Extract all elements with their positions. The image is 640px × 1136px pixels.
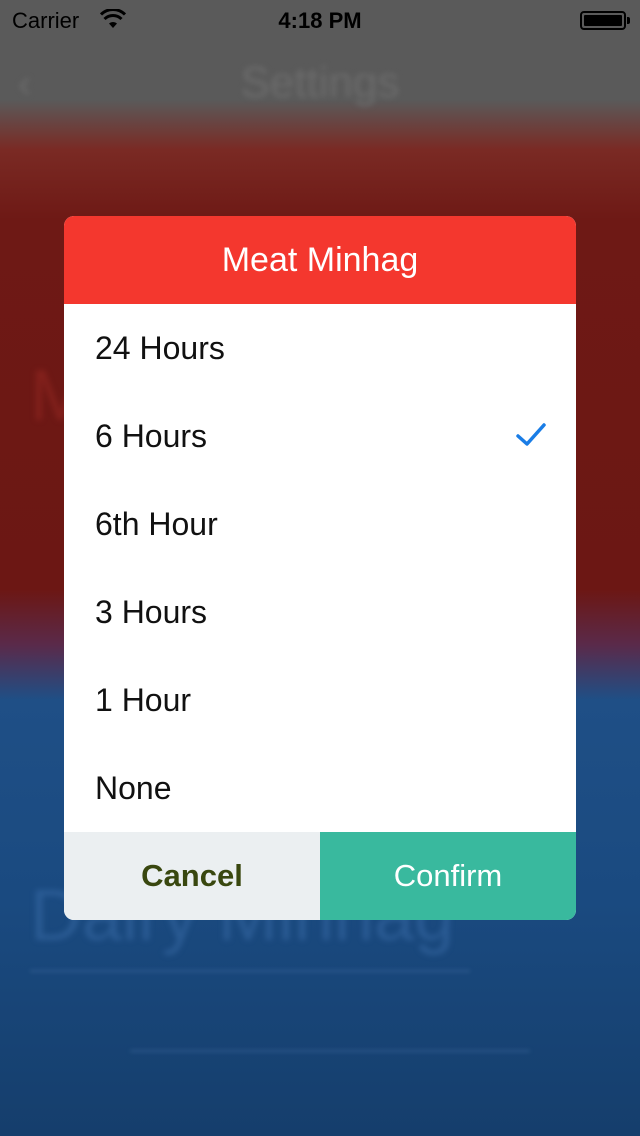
option-label: 3 Hours	[95, 593, 208, 630]
option-label: 1 Hour	[95, 681, 192, 718]
dialog-footer: Cancel Confirm	[64, 832, 576, 920]
cancel-button[interactable]: Cancel	[64, 832, 320, 920]
option-label: None	[95, 769, 172, 806]
option-label: 6th Hour	[95, 505, 218, 542]
option-6-hours[interactable]: 6 Hours	[64, 392, 576, 480]
minhag-dialog: Meat Minhag 24 Hours 6 Hours 6th Hour 3 …	[64, 216, 576, 920]
option-label: 24 Hours	[95, 329, 225, 366]
option-6th-hour[interactable]: 6th Hour	[64, 480, 576, 568]
dialog-title: Meat Minhag	[64, 216, 576, 304]
status-time: 4:18 PM	[278, 8, 362, 33]
option-none[interactable]: None	[64, 744, 576, 832]
confirm-button[interactable]: Confirm	[320, 832, 576, 920]
checkmark-icon	[516, 423, 546, 446]
option-24-hours[interactable]: 24 Hours	[64, 304, 576, 392]
background-nav-bar: ‹ Settings	[0, 40, 640, 128]
background-divider	[130, 1050, 530, 1052]
battery-icon	[580, 11, 630, 30]
background-title: Settings	[240, 58, 400, 107]
background-divider	[30, 970, 470, 972]
option-label: 6 Hours	[95, 417, 208, 454]
status-bar: Carrier 4:18 PM	[0, 0, 640, 40]
option-1-hour[interactable]: 1 Hour	[64, 656, 576, 744]
option-3-hours[interactable]: 3 Hours	[64, 568, 576, 656]
option-list: 24 Hours 6 Hours 6th Hour 3 Hours 1 Hour…	[64, 304, 576, 832]
